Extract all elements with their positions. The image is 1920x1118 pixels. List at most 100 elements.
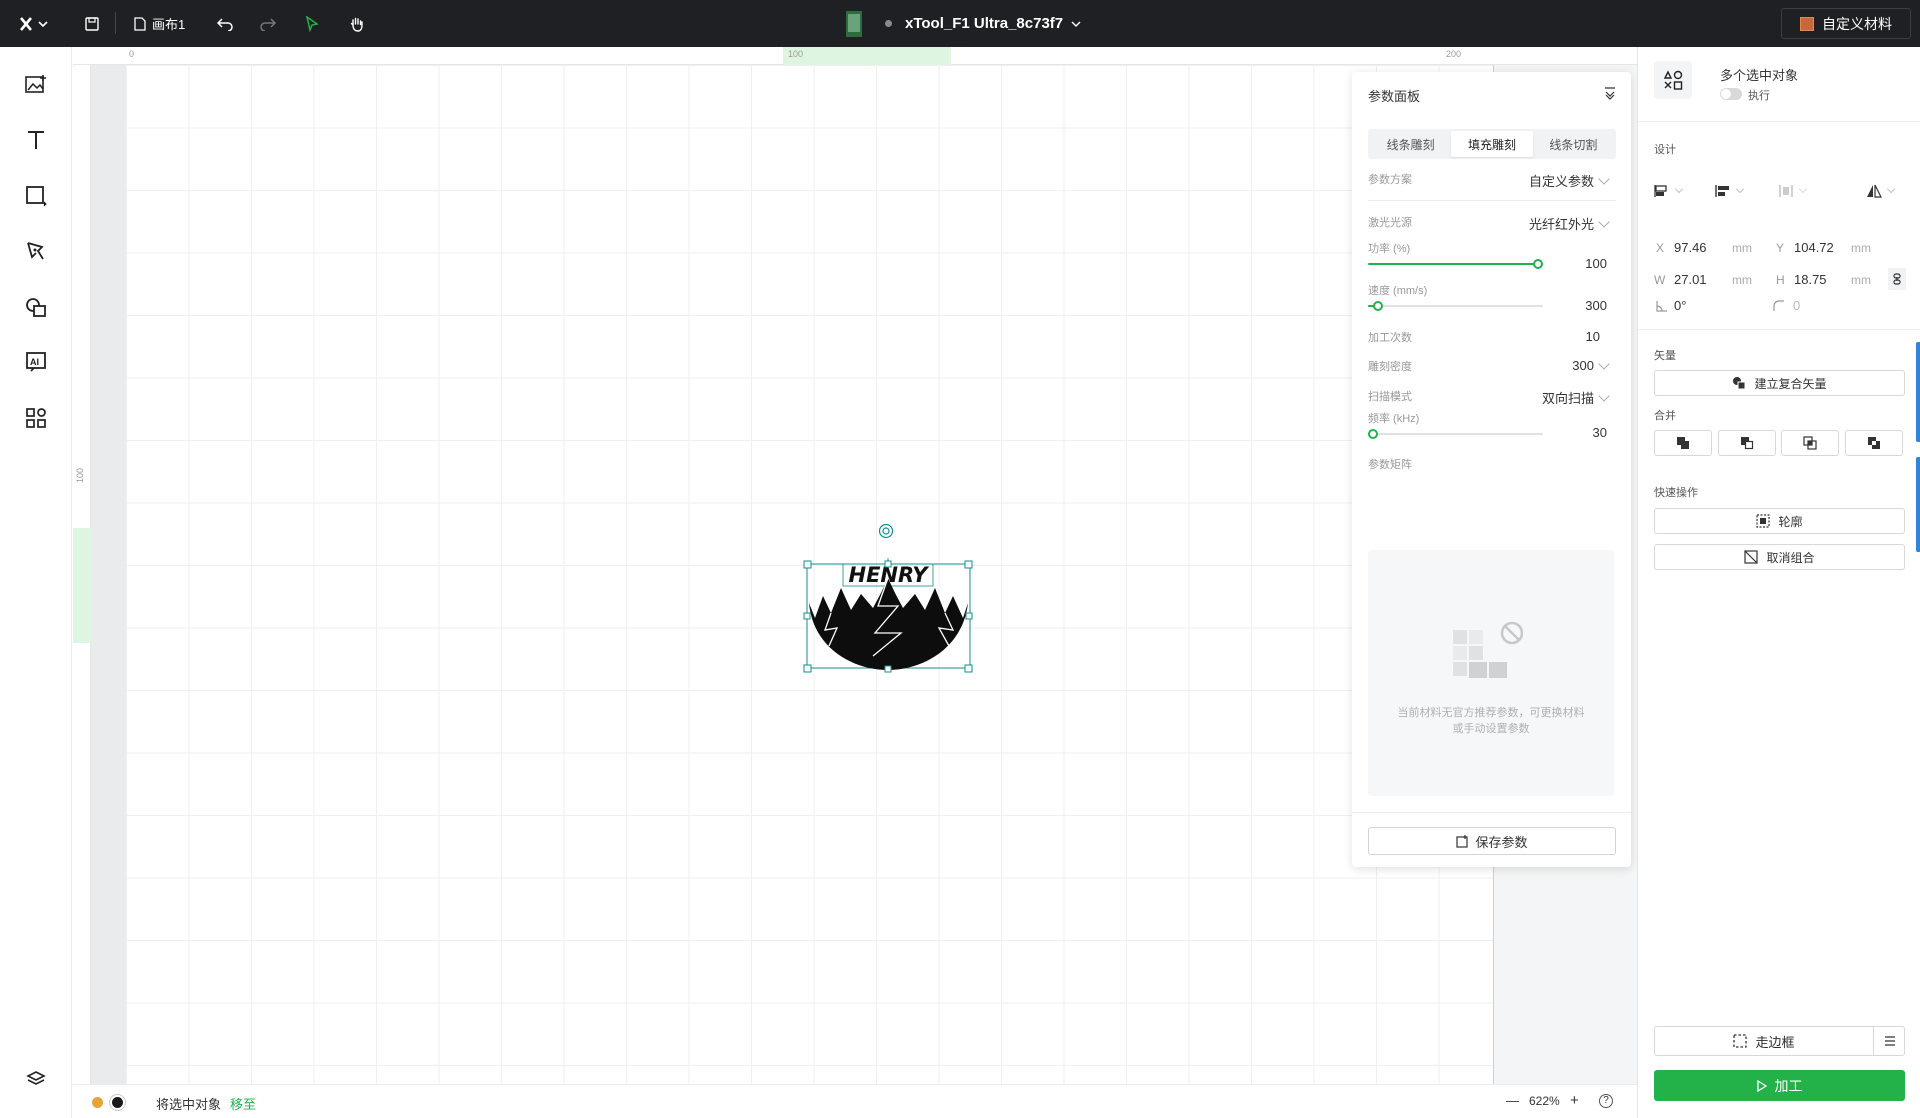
y-unit: mm (1851, 241, 1871, 255)
layers-icon[interactable] (18, 1061, 54, 1097)
app-menu-button[interactable] (14, 0, 54, 47)
save-params-button[interactable]: 保存参数 (1368, 827, 1616, 855)
y-input[interactable]: 104.72 (1794, 240, 1834, 255)
flip-dropdown[interactable] (1866, 181, 1906, 201)
rotation-input[interactable]: 0° (1674, 298, 1686, 313)
laser-source-label: 激光光源 (1368, 217, 1412, 229)
passes-label: 加工次数 (1368, 332, 1412, 344)
outline-label: 轮廓 (1778, 514, 1803, 529)
chevron-down-icon[interactable] (1066, 0, 1086, 47)
ruler-selection-highlight (73, 528, 91, 643)
exclude-button[interactable] (1845, 430, 1903, 456)
shape-tool-icon[interactable] (18, 178, 54, 214)
h-input[interactable]: 18.75 (1794, 272, 1827, 287)
zoom-in-button[interactable]: + (1570, 1092, 1579, 1109)
canvas-area[interactable]: 0 100 200 100 HENRY 参数面板 线条雕刻 填充雕刻 线条切割 … (73, 47, 1637, 1084)
image-insert-icon[interactable] (18, 66, 54, 102)
vector-label: 矢量 (1654, 350, 1676, 362)
compound-vector-button[interactable]: 建立复合矢量 (1654, 370, 1905, 396)
tab-line-cut[interactable]: 线条切割 (1533, 131, 1614, 157)
speed-label: 速度 (mm/s) (1368, 285, 1428, 297)
ruler-tick-label: 100 (788, 49, 804, 59)
w-input[interactable]: 27.01 (1674, 272, 1707, 287)
panel-scroll-indicator[interactable] (1916, 342, 1920, 442)
ungroup-button[interactable]: 取消组合 (1654, 544, 1905, 570)
speed-value[interactable]: 300 (1585, 298, 1607, 313)
process-button[interactable]: 加工 (1654, 1070, 1905, 1101)
speed-slider[interactable] (1368, 301, 1543, 311)
redo-icon[interactable] (256, 0, 280, 47)
frequency-value[interactable]: 30 (1593, 425, 1607, 440)
frame-label: 走边框 (1755, 1034, 1795, 1050)
chevron-down-icon (1736, 185, 1744, 193)
matrix-label: 参数矩阵 (1368, 459, 1412, 471)
undo-icon[interactable] (213, 0, 237, 47)
hand-tool-icon[interactable] (345, 0, 369, 47)
custom-material-button[interactable]: 自定义材料 (1781, 8, 1911, 39)
panel-scroll-indicator[interactable] (1916, 457, 1920, 552)
distribute-dropdown[interactable] (1778, 181, 1818, 201)
save-icon[interactable] (80, 0, 104, 47)
laser-source-select[interactable]: 光纤红外光 (1529, 214, 1610, 233)
selected-artwork[interactable]: HENRY (803, 556, 973, 675)
lock-ratio-icon[interactable] (1888, 268, 1906, 290)
collapse-icon[interactable] (1603, 86, 1617, 100)
matrix-empty-line: 或手动设置参数 (1452, 723, 1530, 735)
ai-tool-icon[interactable]: AI (18, 344, 54, 380)
subtract-button[interactable] (1718, 430, 1776, 456)
scheme-select[interactable]: 自定义参数 (1529, 171, 1610, 190)
laser-source-row: 激光光源 光纤红外光 (1368, 214, 1616, 234)
tab-line-engrave[interactable]: 线条雕刻 (1370, 131, 1451, 157)
arrange-icon (1654, 185, 1667, 197)
layer-color-black[interactable] (112, 1097, 123, 1108)
align-dropdown[interactable] (1715, 181, 1755, 201)
power-value[interactable]: 100 (1585, 256, 1607, 271)
device-name[interactable]: xTool_F1 Ultra_8c73f7 (905, 0, 1063, 47)
power-slider[interactable] (1368, 259, 1543, 269)
matrix-row: 参数矩阵 (1368, 456, 1616, 476)
scan-mode-select[interactable]: 双向扫描 (1542, 388, 1610, 407)
xtool-logo-icon (20, 16, 48, 31)
quick-ops-label: 快速操作 (1654, 487, 1698, 499)
w-unit: mm (1732, 273, 1752, 287)
frame-button[interactable]: 走边框 (1655, 1027, 1873, 1055)
zoom-out-button[interactable]: — (1506, 1093, 1519, 1108)
arrange-dropdown[interactable] (1654, 181, 1694, 201)
frame-menu-icon[interactable] (1874, 1027, 1905, 1055)
x-unit: mm (1732, 241, 1752, 255)
merge-label: 合并 (1654, 410, 1676, 422)
passes-value[interactable]: 10 (1586, 329, 1600, 344)
intersect-button[interactable] (1781, 430, 1839, 456)
power-label: 功率 (%) (1368, 243, 1411, 255)
corner-radius-input[interactable]: 0 (1793, 298, 1800, 313)
selection-title: 多个选中对象 (1720, 68, 1799, 83)
help-icon[interactable]: ? (1599, 1094, 1613, 1108)
execute-toggle[interactable] (1720, 88, 1742, 100)
move-to-link[interactable]: 移至 (230, 1094, 256, 1113)
union-button[interactable] (1654, 430, 1712, 456)
status-bar: 将选中对象 移至 — 622% + ? (73, 1084, 1637, 1118)
right-panel: 多个选中对象 执行 设计 X 97.46 mm Y 104.72 mm W 27… (1637, 47, 1920, 1118)
layer-color-orange[interactable] (92, 1097, 103, 1108)
elements-icon[interactable] (18, 289, 54, 325)
x-input[interactable]: 97.46 (1674, 240, 1707, 255)
canvas-tab[interactable]: 画布1 (134, 0, 194, 47)
speed-row: 速度 (mm/s) (1368, 282, 1616, 302)
outline-button[interactable]: 轮廓 (1654, 508, 1905, 534)
text-tool-icon[interactable] (18, 122, 54, 158)
material-swatch-icon (1800, 16, 1814, 31)
pen-tool-icon[interactable] (18, 233, 54, 269)
y-label: Y (1776, 241, 1785, 255)
ruler-left: 100 (73, 65, 91, 1084)
device-thumbnail-icon[interactable] (843, 0, 865, 47)
tab-fill-engrave[interactable]: 填充雕刻 (1451, 131, 1533, 157)
rotate-handle-icon[interactable] (878, 523, 894, 539)
zoom-level[interactable]: 622% (1529, 1094, 1560, 1108)
rotation-icon (1656, 301, 1667, 312)
parameter-panel: 参数面板 线条雕刻 填充雕刻 线条切割 参数方案 自定义参数 激光光源 光纤红外… (1352, 72, 1631, 867)
apps-grid-icon[interactable] (18, 400, 54, 436)
frequency-slider[interactable] (1368, 429, 1543, 439)
density-select[interactable]: 300 (1572, 357, 1610, 373)
select-tool-icon[interactable] (300, 0, 324, 47)
chevron-down-icon (1598, 389, 1610, 402)
